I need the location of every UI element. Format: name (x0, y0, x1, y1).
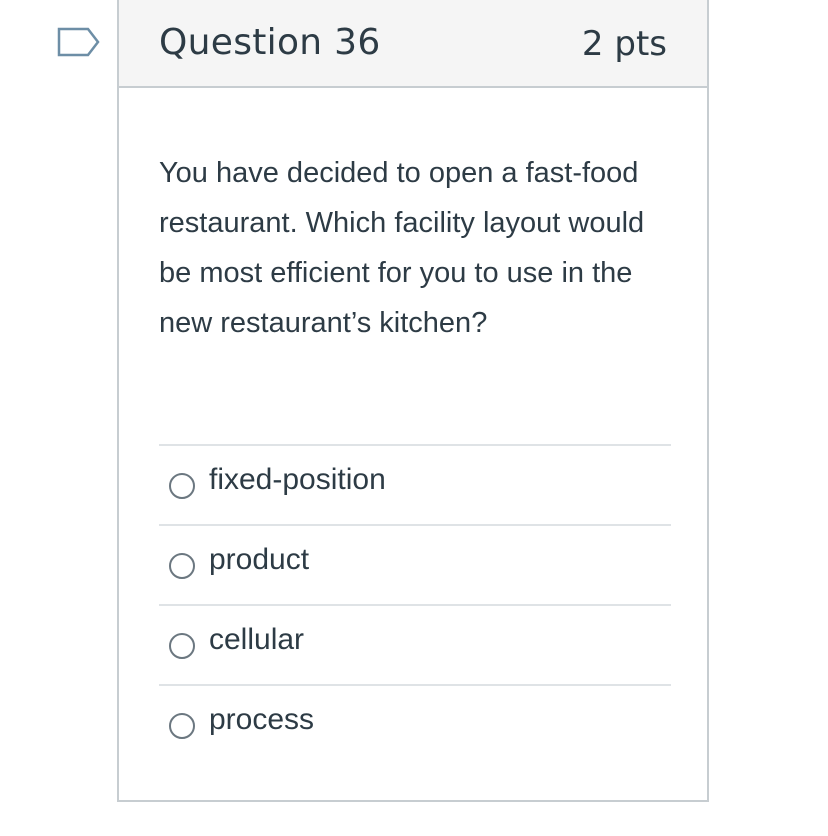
question-points: 2 pts (581, 24, 667, 64)
answer-list: fixed-position product cellular process (159, 444, 671, 764)
answer-label[interactable]: fixed-position (209, 463, 386, 497)
question-card: Question 36 2 pts You have decided to op… (117, 0, 709, 802)
answer-option[interactable]: process (159, 684, 671, 764)
radio-button[interactable] (169, 633, 195, 659)
answer-option[interactable]: product (159, 524, 671, 604)
question-header: Question 36 2 pts (119, 0, 707, 88)
answer-option[interactable]: fixed-position (159, 444, 671, 524)
radio-button[interactable] (169, 713, 195, 739)
answer-label[interactable]: cellular (209, 623, 304, 657)
radio-button[interactable] (169, 553, 195, 579)
question-title: Question 36 (159, 22, 381, 63)
answer-label[interactable]: product (209, 543, 309, 577)
flag-question-icon[interactable] (57, 27, 101, 57)
answer-label[interactable]: process (209, 703, 314, 737)
answer-option[interactable]: cellular (159, 604, 671, 684)
radio-button[interactable] (169, 473, 195, 499)
question-text: You have decided to open a fast-food res… (159, 157, 645, 339)
